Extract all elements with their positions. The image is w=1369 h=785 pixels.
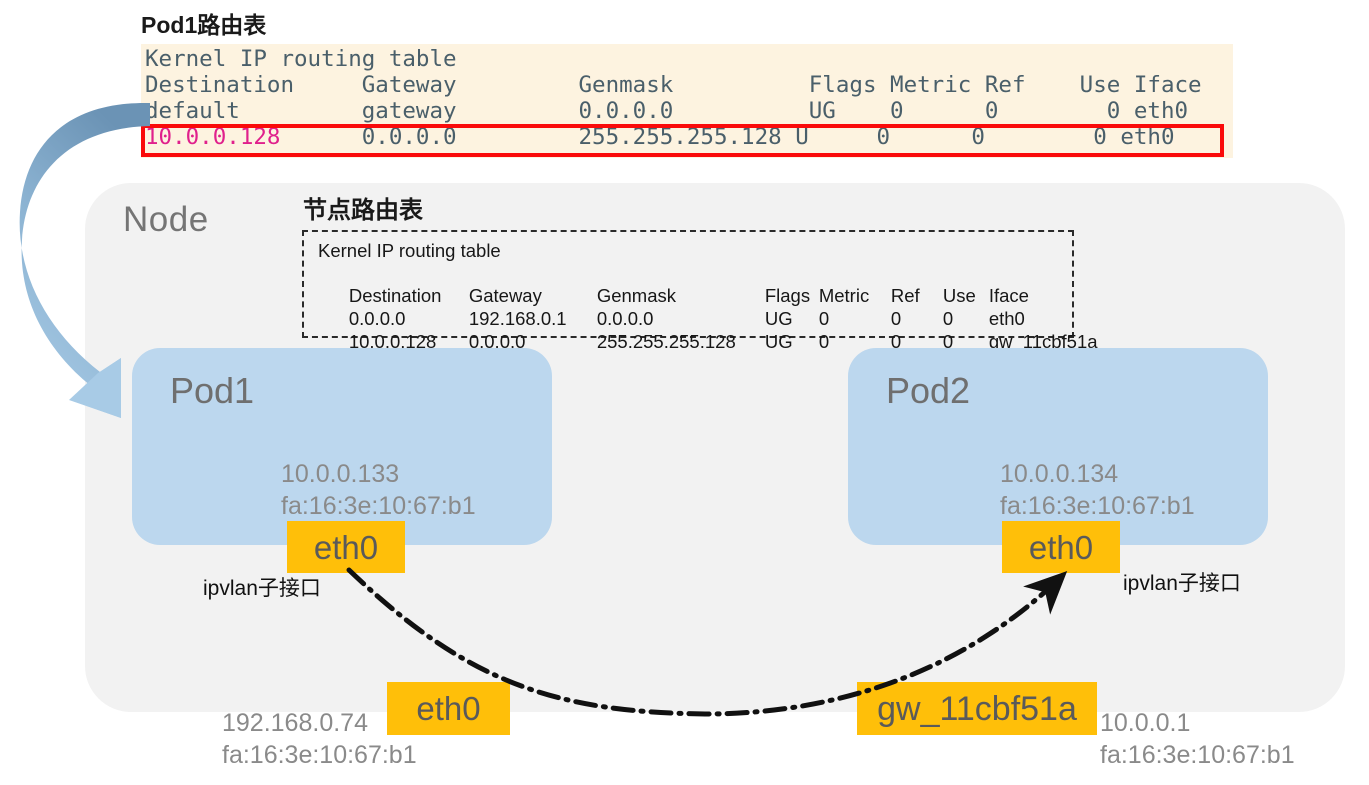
- pod1-ip-address: 10.0.0.133: [281, 460, 400, 488]
- pod1-mac-address: fa:16:3e:10:67:b1: [281, 492, 476, 520]
- host-eth0-mac-address: fa:16:3e:10:67:b1: [222, 741, 417, 769]
- cell-genmask: 255.255.255.128: [596, 331, 736, 352]
- node-table-kernel-line: Kernel IP routing table: [318, 240, 501, 261]
- pod1-ipvlan-note: ipvlan子接口: [203, 577, 321, 600]
- host-eth0-ip-address: 192.168.0.74: [222, 709, 368, 737]
- host-gateway-mac-address: fa:16:3e:10:67:b1: [1100, 741, 1295, 769]
- pod1-table-kernel-line: Kernel IP routing table: [145, 46, 457, 72]
- pod1-route-table-title: Pod1路由表: [141, 12, 267, 38]
- pod1-address-block: 10.0.0.133 fa:16:3e:10:67:b1: [281, 458, 476, 522]
- node-route-table: Kernel IP routing table Destination Gatew…: [302, 230, 1098, 352]
- pod1-table-row-highlighted: 10.0.0.128 0.0.0.0 255.255.255.128 U 0 0…: [145, 124, 1175, 150]
- pod2-mac-address: fa:16:3e:10:67:b1: [1000, 492, 1195, 520]
- cell-flags: UG: [764, 331, 793, 352]
- pod1-label: Pod1: [170, 370, 255, 411]
- pod2-label: Pod2: [886, 370, 971, 411]
- host-gateway-badge[interactable]: gw_11cbf51a: [857, 682, 1097, 735]
- pod2-address-block: 10.0.0.134 fa:16:3e:10:67:b1: [1000, 458, 1195, 522]
- pod2-ipvlan-note: ipvlan子接口: [1123, 572, 1241, 595]
- pod2-ip-address: 10.0.0.134: [1000, 460, 1119, 488]
- host-eth0-address-block: 192.168.0.74 fa:16:3e:10:67:b1: [222, 707, 417, 771]
- diagram-canvas: Node Pod1路由表 Kernel IP routing table Des…: [0, 0, 1369, 785]
- pod1-table-row-destination: 10.0.0.128: [145, 124, 281, 150]
- node-route-table-title: 节点路由表: [303, 197, 423, 224]
- host-gateway-ip-address: 10.0.0.1: [1100, 709, 1191, 737]
- pod1-table-row-default: default gateway 0.0.0.0 UG 0 0 0 eth0: [145, 98, 1189, 124]
- pod1-route-table-terminal: Kernel IP routing table Destination Gate…: [141, 44, 1233, 158]
- node-label: Node: [123, 200, 209, 239]
- host-gateway-address-block: 10.0.0.1 fa:16:3e:10:67:b1: [1100, 707, 1295, 771]
- pod1-table-row-rest: 0.0.0.0 255.255.255.128 U 0 0 0 eth0: [280, 124, 1175, 150]
- pod1-table-column-headers: Destination Gateway Genmask Flags Metric…: [145, 72, 1202, 98]
- pod2-eth0-badge[interactable]: eth0: [1002, 521, 1120, 573]
- pod1-eth0-badge[interactable]: eth0: [287, 521, 405, 573]
